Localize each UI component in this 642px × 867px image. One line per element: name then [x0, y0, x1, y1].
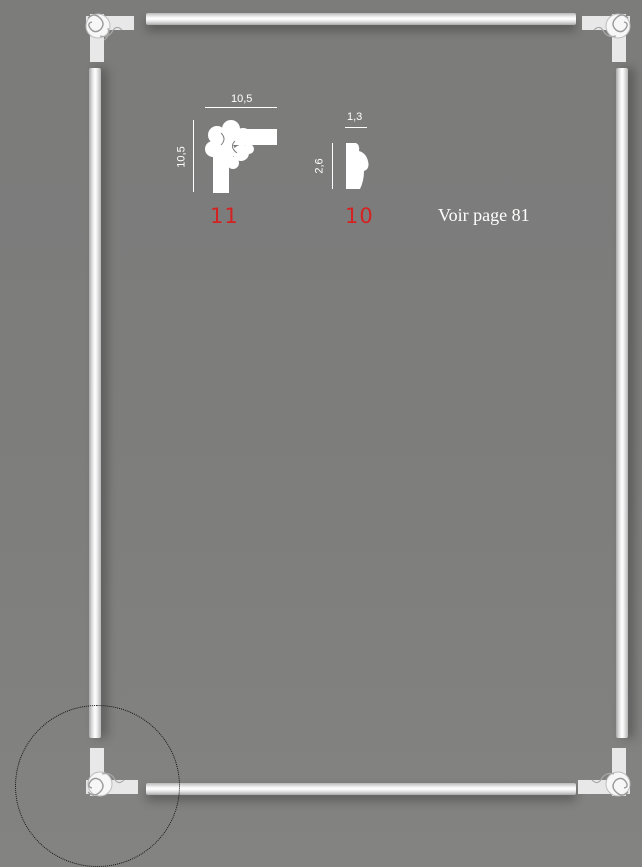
profile-10-number: 10 — [345, 204, 374, 228]
right-molding-rail — [616, 68, 628, 738]
detail-callout-circle — [15, 705, 180, 867]
profile-11-width-line — [205, 107, 277, 108]
profile-10-height-label: 2,6 — [313, 158, 326, 174]
corner-ornament-top-right — [582, 13, 631, 62]
catalog-page: 10,5 10,5 11 1,3 2,6 10 Voir page 81 — [0, 0, 642, 867]
profile-11-height-line — [193, 120, 194, 192]
top-molding-rail — [146, 13, 576, 25]
bottom-molding-rail — [146, 783, 576, 795]
corner-ornament-top-left — [85, 13, 134, 62]
profile-10-silhouette — [346, 143, 369, 189]
profile-10-width-line — [345, 127, 367, 128]
profile-11-silhouette — [205, 120, 277, 193]
profile-11-number: 11 — [210, 204, 239, 228]
corner-ornament-bottom-right — [578, 748, 631, 797]
profile-10-width-label: 1,3 — [347, 111, 363, 123]
profile-10-height-line — [332, 143, 333, 189]
page-reference-text: Voir page 81 — [438, 205, 530, 225]
profile-11-height-label: 10,5 — [175, 146, 188, 168]
profile-11-width-label: 10,5 — [231, 93, 253, 105]
left-molding-rail — [89, 68, 101, 738]
